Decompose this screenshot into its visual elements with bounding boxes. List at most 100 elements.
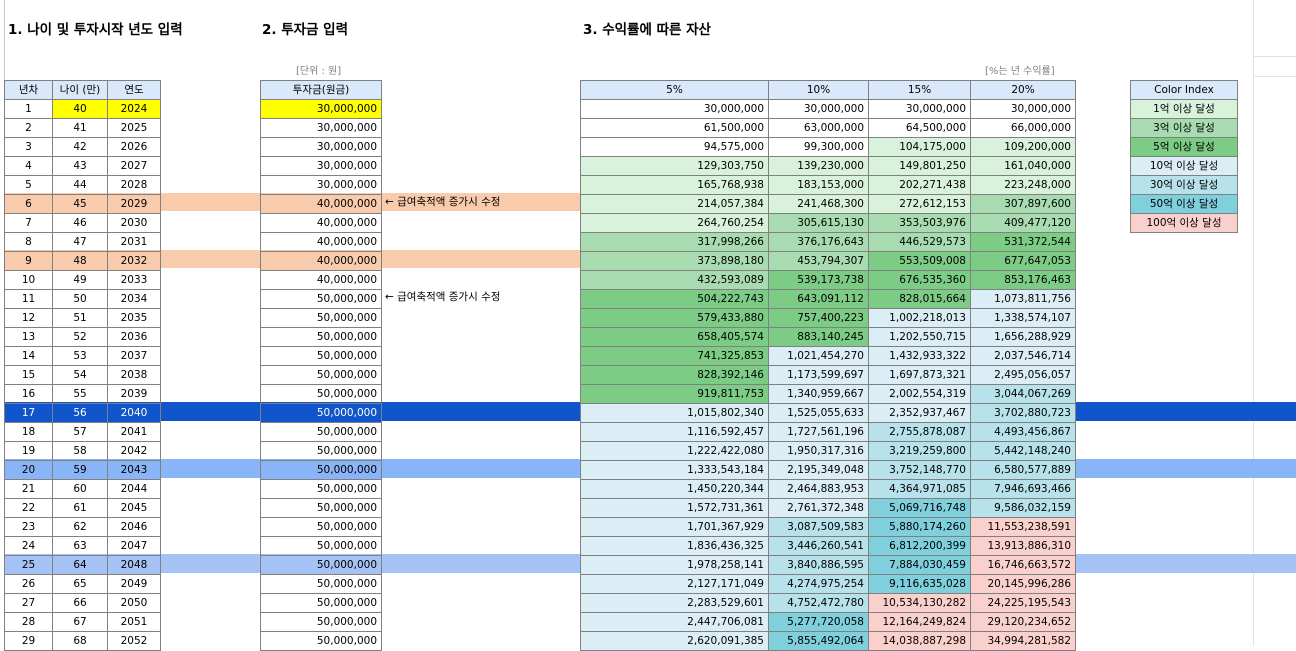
- asset-value-cell[interactable]: 139,230,000: [768, 156, 869, 176]
- principal-cell[interactable]: 50,000,000: [260, 536, 382, 556]
- age-cell[interactable]: 59: [52, 460, 108, 480]
- asset-value-cell[interactable]: 531,372,544: [970, 232, 1076, 252]
- principal-cell[interactable]: 50,000,000: [260, 574, 382, 594]
- age-cell[interactable]: 58: [52, 441, 108, 461]
- year-cell[interactable]: 2024: [107, 99, 161, 119]
- year-count-cell[interactable]: 4: [4, 156, 53, 176]
- principal-cell[interactable]: 50,000,000: [260, 403, 382, 423]
- year-cell[interactable]: 2035: [107, 308, 161, 328]
- year-count-cell[interactable]: 24: [4, 536, 53, 556]
- principal-cell[interactable]: 50,000,000: [260, 555, 382, 575]
- year-cell[interactable]: 2030: [107, 213, 161, 233]
- asset-value-cell[interactable]: 1,333,543,184: [580, 460, 769, 480]
- year-cell[interactable]: 2033: [107, 270, 161, 290]
- asset-value-cell[interactable]: 30,000,000: [970, 99, 1076, 119]
- principal-cell[interactable]: 50,000,000: [260, 479, 382, 499]
- year-cell[interactable]: 2040: [107, 403, 161, 423]
- asset-value-cell[interactable]: 1,978,258,141: [580, 555, 769, 575]
- age-cell[interactable]: 45: [52, 194, 108, 214]
- principal-cell[interactable]: 50,000,000: [260, 460, 382, 480]
- asset-value-cell[interactable]: 409,477,120: [970, 213, 1076, 233]
- year-count-cell[interactable]: 14: [4, 346, 53, 366]
- asset-value-cell[interactable]: 66,000,000: [970, 118, 1076, 138]
- asset-value-cell[interactable]: 853,176,463: [970, 270, 1076, 290]
- principal-cell[interactable]: 50,000,000: [260, 346, 382, 366]
- asset-value-cell[interactable]: 272,612,153: [868, 194, 971, 214]
- asset-value-cell[interactable]: 12,164,249,824: [868, 612, 971, 632]
- principal-cell[interactable]: 40,000,000: [260, 194, 382, 214]
- age-cell[interactable]: 49: [52, 270, 108, 290]
- asset-value-cell[interactable]: 307,897,600: [970, 194, 1076, 214]
- year-cell[interactable]: 2047: [107, 536, 161, 556]
- year-count-cell[interactable]: 2: [4, 118, 53, 138]
- year-cell[interactable]: 2039: [107, 384, 161, 404]
- year-count-cell[interactable]: 5: [4, 175, 53, 195]
- asset-value-cell[interactable]: 7,946,693,466: [970, 479, 1076, 499]
- asset-value-cell[interactable]: 149,801,250: [868, 156, 971, 176]
- header-principal[interactable]: 투자금(원금): [260, 80, 382, 100]
- asset-value-cell[interactable]: 4,752,472,780: [768, 593, 869, 613]
- age-cell[interactable]: 57: [52, 422, 108, 442]
- age-cell[interactable]: 68: [52, 631, 108, 651]
- color-index-item[interactable]: 30억 이상 달성: [1130, 175, 1238, 195]
- asset-value-cell[interactable]: 241,468,300: [768, 194, 869, 214]
- asset-value-cell[interactable]: 373,898,180: [580, 251, 769, 271]
- principal-cell[interactable]: 30,000,000: [260, 137, 382, 157]
- year-count-cell[interactable]: 1: [4, 99, 53, 119]
- year-cell[interactable]: 2049: [107, 574, 161, 594]
- asset-value-cell[interactable]: 553,509,008: [868, 251, 971, 271]
- asset-value-cell[interactable]: 1,116,592,457: [580, 422, 769, 442]
- year-cell[interactable]: 2025: [107, 118, 161, 138]
- principal-cell[interactable]: 30,000,000: [260, 156, 382, 176]
- asset-value-cell[interactable]: 4,493,456,867: [970, 422, 1076, 442]
- principal-cell[interactable]: 50,000,000: [260, 365, 382, 385]
- year-cell[interactable]: 2042: [107, 441, 161, 461]
- asset-value-cell[interactable]: 1,572,731,361: [580, 498, 769, 518]
- asset-value-cell[interactable]: 2,464,883,953: [768, 479, 869, 499]
- year-count-cell[interactable]: 18: [4, 422, 53, 442]
- year-count-cell[interactable]: 19: [4, 441, 53, 461]
- year-count-cell[interactable]: 26: [4, 574, 53, 594]
- asset-value-cell[interactable]: 9,116,635,028: [868, 574, 971, 594]
- asset-value-cell[interactable]: 2,195,349,048: [768, 460, 869, 480]
- asset-value-cell[interactable]: 264,760,254: [580, 213, 769, 233]
- asset-value-cell[interactable]: 2,495,056,057: [970, 365, 1076, 385]
- age-cell[interactable]: 51: [52, 308, 108, 328]
- year-count-cell[interactable]: 13: [4, 327, 53, 347]
- header-rate-5[interactable]: 5%: [580, 80, 769, 100]
- asset-value-cell[interactable]: 223,248,000: [970, 175, 1076, 195]
- color-index-item[interactable]: 100억 이상 달성: [1130, 213, 1238, 233]
- asset-value-cell[interactable]: 30,000,000: [580, 99, 769, 119]
- asset-value-cell[interactable]: 24,225,195,543: [970, 593, 1076, 613]
- age-cell[interactable]: 52: [52, 327, 108, 347]
- age-cell[interactable]: 66: [52, 593, 108, 613]
- age-cell[interactable]: 40: [52, 99, 108, 119]
- asset-value-cell[interactable]: 64,500,000: [868, 118, 971, 138]
- asset-value-cell[interactable]: 643,091,112: [768, 289, 869, 309]
- year-count-cell[interactable]: 20: [4, 460, 53, 480]
- asset-value-cell[interactable]: 5,277,720,058: [768, 612, 869, 632]
- asset-value-cell[interactable]: 6,580,577,889: [970, 460, 1076, 480]
- year-cell[interactable]: 2027: [107, 156, 161, 176]
- asset-value-cell[interactable]: 1,222,422,080: [580, 441, 769, 461]
- asset-value-cell[interactable]: 29,120,234,652: [970, 612, 1076, 632]
- principal-cell[interactable]: 50,000,000: [260, 631, 382, 651]
- year-cell[interactable]: 2043: [107, 460, 161, 480]
- age-cell[interactable]: 65: [52, 574, 108, 594]
- asset-value-cell[interactable]: 2,352,937,467: [868, 403, 971, 423]
- year-count-cell[interactable]: 7: [4, 213, 53, 233]
- asset-value-cell[interactable]: 109,200,000: [970, 137, 1076, 157]
- asset-value-cell[interactable]: 2,002,554,319: [868, 384, 971, 404]
- color-index-table[interactable]: Color Index 1억 이상 달성 3억 이상 달성 5억 이상 달성 10억 …: [1130, 80, 1238, 233]
- asset-value-cell[interactable]: 2,037,546,714: [970, 346, 1076, 366]
- year-cell[interactable]: 2045: [107, 498, 161, 518]
- year-count-cell[interactable]: 16: [4, 384, 53, 404]
- age-cell[interactable]: 43: [52, 156, 108, 176]
- year-cell[interactable]: 2046: [107, 517, 161, 537]
- asset-value-cell[interactable]: 1,836,436,325: [580, 536, 769, 556]
- asset-value-cell[interactable]: 13,913,886,310: [970, 536, 1076, 556]
- asset-value-cell[interactable]: 504,222,743: [580, 289, 769, 309]
- age-year-table[interactable]: 년차 나이 (만) 연도 1 40 2024 2 41 2025 3 42 2026 4 43 202…: [4, 80, 161, 651]
- asset-value-cell[interactable]: 883,140,245: [768, 327, 869, 347]
- age-cell[interactable]: 53: [52, 346, 108, 366]
